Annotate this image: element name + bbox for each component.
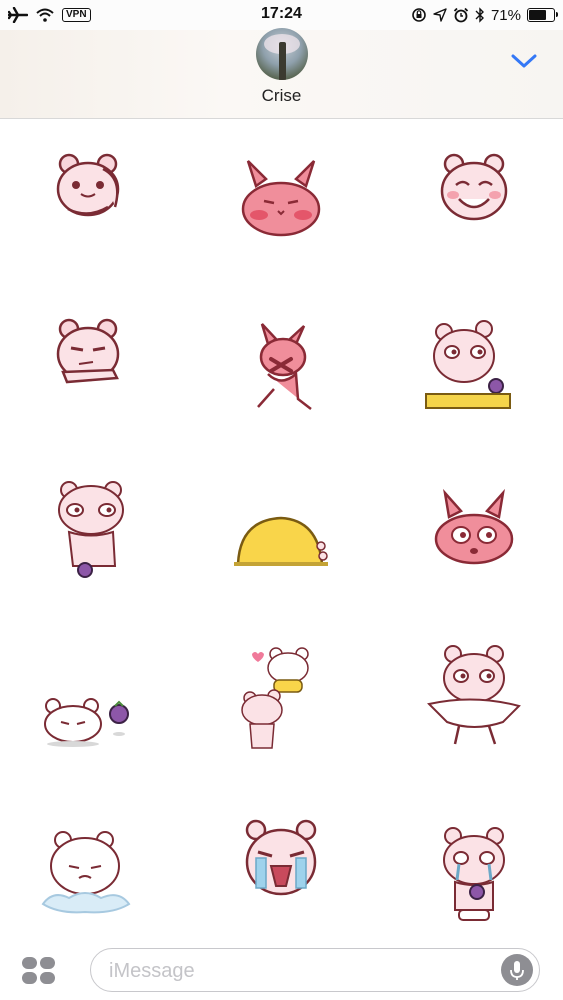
- sticker-pink-bear-thinking[interactable]: [33, 139, 143, 249]
- sticker-pink-bunny-blushing[interactable]: [226, 151, 336, 261]
- sticker-pink-bunny-glasses[interactable]: [419, 479, 529, 589]
- app-drawer-icon[interactable]: [22, 957, 56, 985]
- sticker-grid: [0, 119, 563, 939]
- sticker-pink-bear-crying-hug[interactable]: [419, 824, 529, 934]
- sticker-pink-bear-smug[interactable]: [33, 304, 143, 414]
- sticker-pink-bear-holding-fruit[interactable]: [33, 474, 143, 584]
- sticker-pink-bear-crying-loud[interactable]: [226, 814, 336, 924]
- alarm-icon: [453, 7, 469, 23]
- orientation-lock-icon: [412, 8, 426, 22]
- sticker-bears-stacked-hearts[interactable]: [226, 644, 336, 754]
- contact-name[interactable]: Crise: [0, 86, 563, 106]
- message-placeholder: iMessage: [109, 960, 195, 982]
- sticker-pink-bear-waving-diaper[interactable]: [419, 644, 529, 754]
- status-bar: VPN 17:24 71%: [0, 0, 563, 30]
- contact-avatar[interactable]: [256, 28, 308, 80]
- avatar-tree-trunk: [279, 42, 286, 80]
- battery-icon: [527, 8, 558, 22]
- sticker-pink-bunny-dancing[interactable]: [226, 319, 336, 429]
- message-input[interactable]: iMessage: [90, 948, 540, 992]
- battery-percent: 71%: [490, 6, 521, 24]
- compose-bar: iMessage: [0, 940, 563, 1000]
- location-icon: [433, 8, 447, 22]
- microphone-icon[interactable]: [501, 954, 533, 986]
- battery-fill: [529, 10, 547, 20]
- conversation-header: Crise: [0, 28, 563, 119]
- chevron-down-icon[interactable]: [511, 52, 537, 70]
- sticker-yellow-blanket-lump[interactable]: [226, 494, 336, 604]
- sticker-pink-bear-smiling[interactable]: [419, 139, 529, 249]
- sticker-pink-bear-at-table[interactable]: [412, 314, 522, 424]
- bluetooth-icon: [475, 7, 484, 23]
- sticker-white-bear-sad-cloud[interactable]: [33, 824, 143, 934]
- sticker-white-bear-lying-with-fruit[interactable]: [33, 664, 143, 774]
